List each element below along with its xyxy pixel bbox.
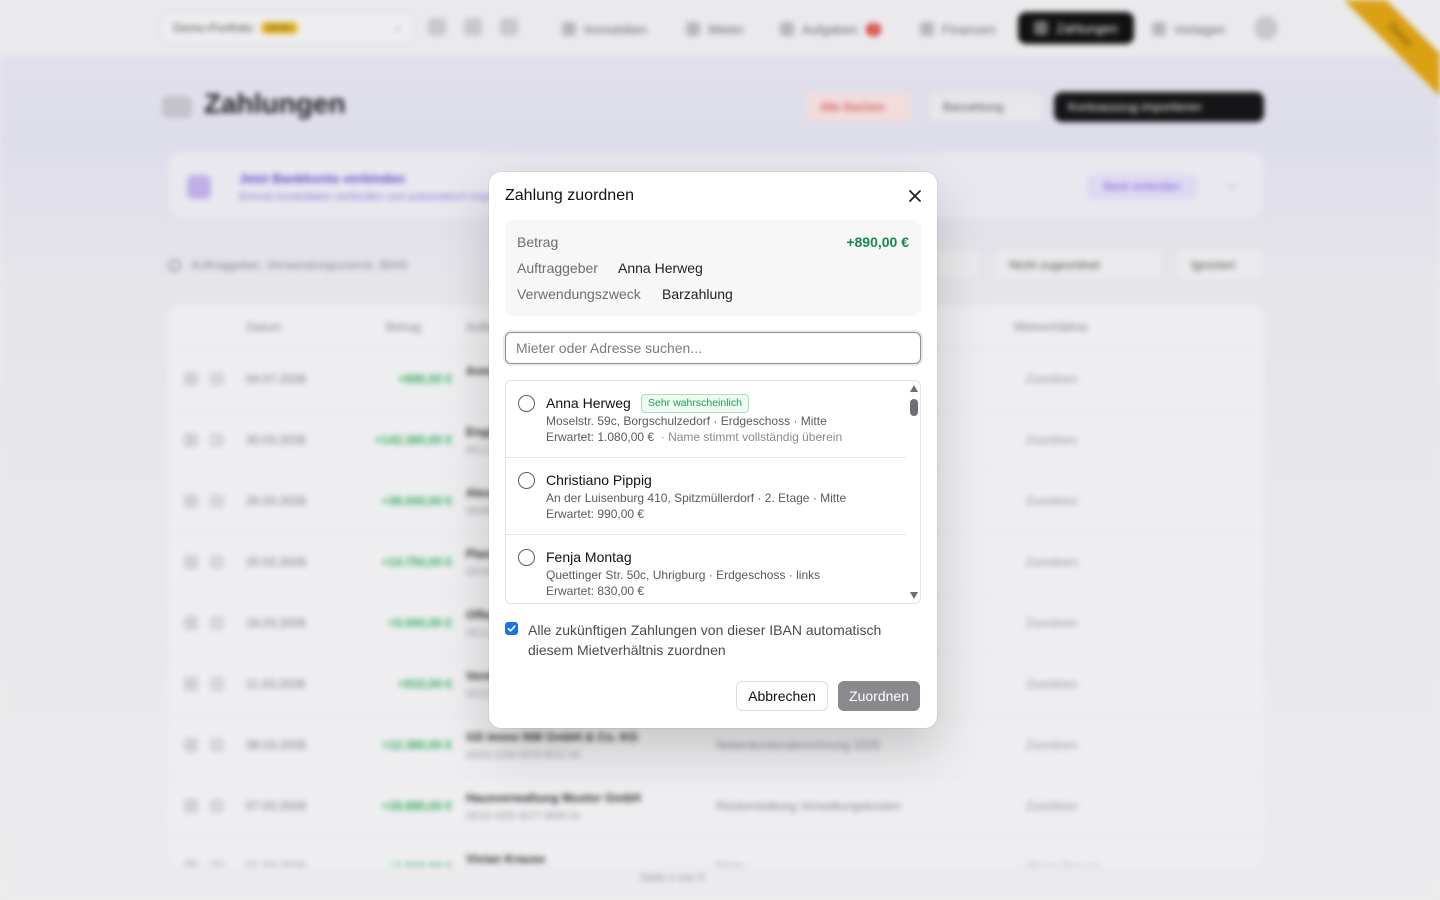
- tenant-radio[interactable]: [518, 549, 535, 566]
- amount-label: Betrag: [517, 234, 559, 250]
- tenant-address: An der Luisenburg 410, Spitzmüllerdorf ·…: [546, 491, 847, 505]
- match-badge: Sehr wahrscheinlich: [641, 394, 749, 413]
- close-button[interactable]: [903, 184, 927, 208]
- payer-value: Anna Herweg: [618, 260, 703, 276]
- tenant-name: Fenja Montag: [546, 549, 632, 565]
- payment-summary: Betrag +890,00 € Auftraggeber Anna Herwe…: [505, 220, 921, 316]
- tenant-option[interactable]: Christiano Pippig An der Luisenburg 410,…: [506, 458, 906, 535]
- expected-amount: Erwartet: 990,00 €: [546, 507, 645, 521]
- purpose-label: Verwendungszweck: [517, 286, 641, 302]
- checkmark-icon: [507, 625, 516, 632]
- expected-amount: Erwartet: 1.080,00 €: [546, 430, 655, 444]
- auto-assign-label[interactable]: Alle zukünftigen Zahlungen von dieser IB…: [528, 620, 918, 660]
- tenant-expected: Erwartet: 1.080,00 € · Name stimmt volls…: [546, 430, 842, 444]
- tenant-name: Christiano Pippig: [546, 472, 652, 488]
- purpose-value: Barzahlung: [662, 286, 733, 302]
- assign-payment-dialog: Zahlung zuordnen Betrag +890,00 € Auftra…: [489, 172, 937, 728]
- tenant-option[interactable]: Anna Herweg Sehr wahrscheinlich Moselstr…: [506, 381, 906, 458]
- scroll-thumb[interactable]: [910, 399, 918, 416]
- tenant-search-input[interactable]: [505, 332, 921, 364]
- auto-assign-checkbox[interactable]: [505, 622, 518, 635]
- cancel-button[interactable]: Abbrechen: [736, 681, 828, 711]
- scroll-down-arrow-icon[interactable]: [910, 592, 918, 599]
- tenant-address: Moselstr. 59c, Borgschulzedorf · Erdgesc…: [546, 414, 827, 428]
- tenant-list[interactable]: Anna Herweg Sehr wahrscheinlich Moselstr…: [505, 380, 921, 604]
- tenant-radio[interactable]: [518, 472, 535, 489]
- list-scrollbar[interactable]: [907, 381, 920, 603]
- scroll-up-arrow-icon[interactable]: [910, 385, 918, 392]
- expected-amount: Erwartet: 830,00 €: [546, 584, 645, 598]
- close-icon: [909, 190, 921, 202]
- match-hint: · Name stimmt vollständig überein: [660, 430, 843, 444]
- tenant-radio[interactable]: [518, 395, 535, 412]
- tenant-option[interactable]: Fenja Montag Quettinger Str. 50c, Uhrigb…: [506, 535, 906, 603]
- tenant-address: Quettinger Str. 50c, Uhrigburg · Erdgesc…: [546, 568, 821, 582]
- assign-button[interactable]: Zuordnen: [838, 681, 920, 711]
- tenant-name: Anna Herweg: [546, 395, 631, 411]
- payer-label: Auftraggeber: [517, 260, 598, 276]
- dialog-title: Zahlung zuordnen: [505, 187, 634, 204]
- amount-value: +890,00 €: [846, 234, 909, 250]
